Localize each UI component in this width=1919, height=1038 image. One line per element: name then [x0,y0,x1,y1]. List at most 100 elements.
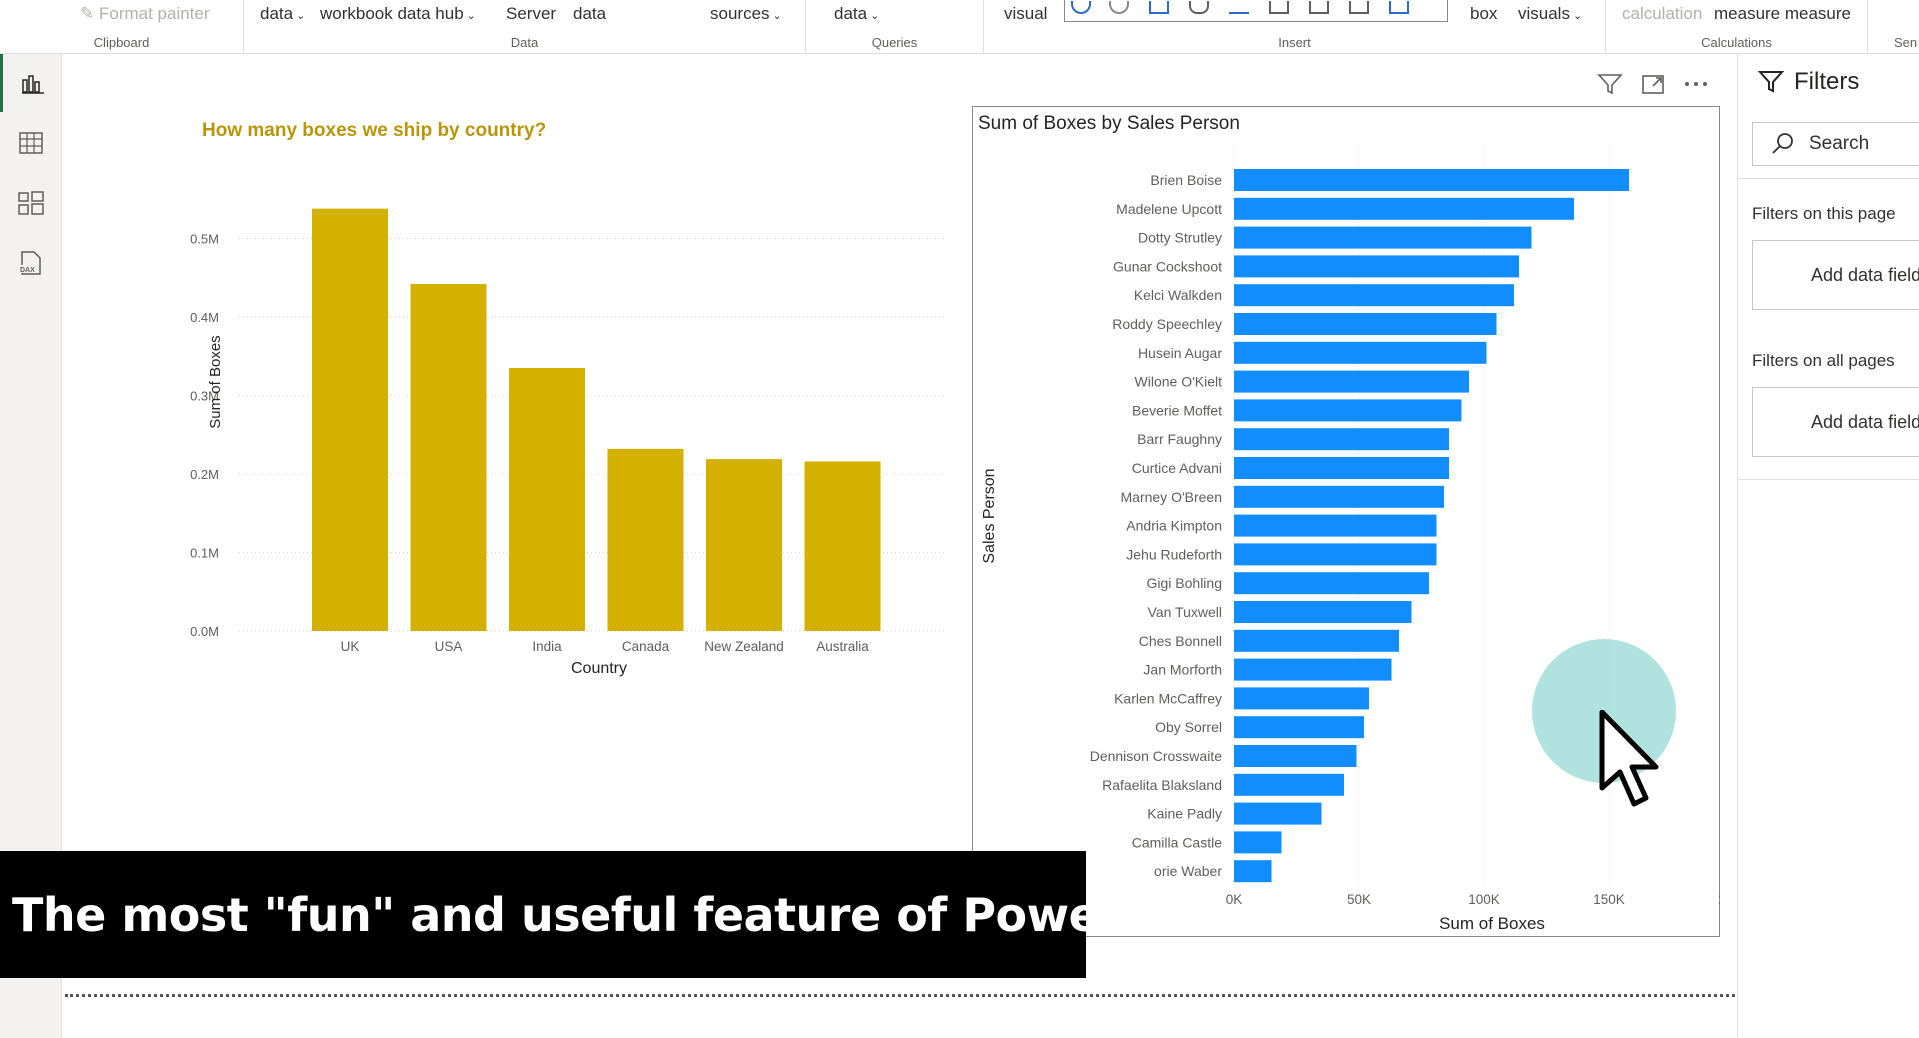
y-tick-label: Marney O'Breen [1121,489,1223,505]
country-bar[interactable] [312,208,388,632]
y-tick-label: Kaine Padly [1147,806,1222,822]
salesperson-bar[interactable] [1234,428,1449,451]
salesperson-bar[interactable] [1234,601,1412,623]
country-bar[interactable] [607,448,684,631]
y-tick-label: 0.1M [190,546,219,561]
dax-query-view-button[interactable]: DAX [0,234,62,292]
table-icon[interactable] [1149,1,1169,14]
y-tick-label: Husein Augar [1138,345,1222,361]
data-group: data ⌄ workbook data hub ⌄ Server data sou… [244,0,806,54]
map-icon[interactable] [1189,1,1209,14]
salesperson-bar[interactable] [1234,169,1629,191]
new-visual-button[interactable]: visual [1004,4,1047,24]
recent-sources-button[interactable]: sources ⌄ [710,4,782,24]
y-tick-label: Barr Faughny [1137,431,1222,447]
salesperson-bar[interactable] [1234,284,1514,307]
group-label: Insert [1278,35,1311,50]
salesperson-bar[interactable] [1234,226,1532,249]
filters-on-all-pages-label: Filters on all pages [1752,351,1895,370]
onelake-hub-button[interactable]: workbook data hub ⌄ [320,4,476,24]
chevron-down-icon: ⌄ [870,10,880,22]
y-tick-label: Rafaelita Blaksland [1102,777,1222,793]
donut-chart-icon[interactable] [1071,1,1091,14]
caption-banner: The most "fun" and useful feature of Pow… [0,851,1189,978]
country-bar[interactable] [410,284,487,631]
y-tick-label: Oby Sorrel [1155,719,1222,735]
sql-server-button[interactable]: Server [506,4,556,24]
salesperson-bar[interactable] [1234,341,1487,364]
transform-data-button[interactable]: data ⌄ [834,4,879,24]
salesperson-bar[interactable] [1234,831,1282,854]
x-tick-label: 50K [1347,892,1371,907]
bar-chart-icon [21,75,44,94]
salesperson-bar[interactable] [1234,457,1449,479]
y-tick-label: Brien Boise [1150,172,1222,188]
salesperson-bar[interactable] [1234,543,1437,566]
y-tick-label: Jan Morforth [1143,662,1222,678]
salesperson-bar[interactable] [1234,658,1392,681]
enter-data-button[interactable]: data [573,4,606,24]
more-options-icon[interactable] [1683,72,1709,96]
caption-text: The most "fun" and useful feature of Pow… [12,887,1189,942]
salesperson-bar[interactable] [1234,687,1369,710]
chevron-down-icon: ⌄ [1572,10,1583,22]
more-visuals-button[interactable]: visuals ⌄ [1518,4,1582,24]
country-bar[interactable] [804,461,881,631]
model-view-button[interactable] [0,174,62,232]
salesperson-bar[interactable] [1234,399,1462,422]
filter-icon[interactable] [1597,72,1623,96]
salesperson-bar[interactable] [1234,197,1574,220]
data-view-button[interactable] [0,114,62,172]
insert-group: visual box visuals ⌄ Insert [984,0,1606,54]
filters-header[interactable]: Filters [1758,68,1859,96]
salesperson-bar[interactable] [1234,572,1429,595]
salesperson-bar-chart[interactable]: Sum of Boxes by Sales Person 0K 50K 100K 150… [972,106,1720,938]
group-label: Sen [1894,35,1918,50]
all-pages-drop-zone[interactable]: Add data fields here [1752,387,1919,457]
text-box-button[interactable]: box [1470,4,1497,24]
country-bar[interactable] [509,368,585,631]
format-painter-button[interactable]: ✎ Format painter [80,4,210,24]
salesperson-bar[interactable] [1234,716,1364,739]
chevron-down-icon: ⌄ [466,10,476,22]
x-tick-label: 200K [1718,892,1720,907]
salesperson-bar[interactable] [1234,745,1357,767]
salesperson-bar[interactable] [1234,629,1399,652]
y-tick-label: Andria Kimpton [1126,518,1222,534]
visual-gallery[interactable] [1064,0,1448,22]
focus-mode-icon[interactable] [1641,72,1665,96]
card-icon[interactable] [1269,1,1289,14]
y-tick-label: 0.4M [190,310,219,325]
country-bar-chart[interactable]: How many boxes we ship by country? 0.0M 0.… [124,82,944,682]
line-chart-icon[interactable] [1229,1,1249,14]
slicer-icon[interactable] [1389,1,1409,14]
y-tick-label: Camilla Castle [1132,834,1222,850]
search-icon [1772,133,1793,154]
salesperson-bar[interactable] [1234,860,1272,883]
country-bar[interactable] [706,459,782,631]
salesperson-bar[interactable] [1234,514,1437,537]
x-tick-label: India [532,639,562,654]
x-tick-label: New Zealand [704,639,784,654]
visual-calculation-button[interactable]: calculation [1622,4,1702,24]
y-tick-label: 0.2M [190,467,219,482]
matrix-icon[interactable] [1349,1,1369,14]
this-page-drop-zone[interactable]: Add data fields here [1752,240,1919,310]
get-data-button[interactable]: data ⌄ [260,4,305,24]
pie-chart-icon[interactable] [1109,1,1129,14]
paintbrush-icon: ✎ [80,4,95,23]
salesperson-bar[interactable] [1234,370,1469,393]
y-tick-label: Wilone O'Kielt [1135,374,1223,390]
new-measure-button[interactable]: measure measure [1714,4,1851,24]
salesperson-bar[interactable] [1234,485,1444,508]
multi-row-card-icon[interactable] [1309,1,1329,14]
salesperson-bar[interactable] [1234,313,1497,335]
salesperson-bar[interactable] [1234,255,1519,278]
y-axis-title: Sales Person [981,468,998,563]
x-tick-label: 150K [1593,892,1625,907]
report-view-button[interactable] [0,54,62,112]
y-tick-label: Roddy Speechley [1112,316,1222,332]
filters-search-input[interactable]: Search [1752,122,1919,166]
salesperson-bar[interactable] [1234,773,1344,796]
salesperson-bar[interactable] [1234,802,1322,825]
